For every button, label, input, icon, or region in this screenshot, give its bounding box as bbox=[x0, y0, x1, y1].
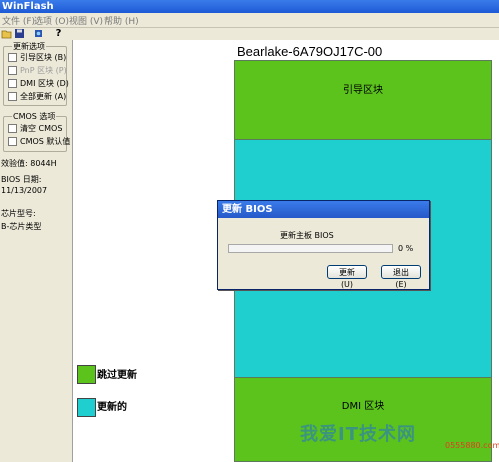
checkbox-box[interactable] bbox=[8, 137, 17, 146]
checkbox-dmi-block[interactable]: DMI 区块 (D) bbox=[8, 78, 69, 89]
window-title: WinFlash bbox=[2, 1, 54, 12]
checkbox-cmos-default[interactable]: CMOS 默认值 bbox=[8, 136, 70, 147]
toolbar: ? bbox=[0, 28, 499, 40]
open-folder-icon[interactable] bbox=[1, 28, 12, 39]
watermark-url: 0555880.com bbox=[445, 441, 499, 450]
checkbox-label: DMI 区块 (D) bbox=[20, 79, 69, 88]
legend-skip-label: 跳过更新 bbox=[97, 370, 137, 381]
region-label: DMI 区块 bbox=[341, 401, 385, 412]
window-title-bar: WinFlash bbox=[0, 0, 499, 13]
bios-date-value: 11/13/2007 bbox=[1, 186, 48, 195]
progress-percent: 0 % bbox=[398, 244, 414, 253]
checkbox-label: 清空 CMOS bbox=[20, 124, 63, 133]
chip-title: Bearlake-6A79OJ17C-00 bbox=[237, 44, 383, 59]
options-panel: 更新选项 引导区块 (B) PnP 区块 (P) DMI 区块 (D) 全部更新… bbox=[0, 40, 73, 462]
checksum-value: 效验值: 8044H bbox=[1, 159, 57, 168]
update-bios-dialog: 更新 BIOS 更新主板 BIOS 0 % 更新(U) 退出(E) bbox=[217, 200, 430, 290]
checkbox-clear-cmos[interactable]: 清空 CMOS bbox=[8, 123, 62, 134]
checkbox-box[interactable] bbox=[8, 124, 17, 133]
legend-updated-label: 更新的 bbox=[97, 402, 127, 413]
boot-block-region: 引导区块 bbox=[234, 60, 492, 140]
cmos-options-legend: CMOS 选项 bbox=[12, 111, 57, 122]
cmos-options-group: CMOS 选项 清空 CMOS CMOS 默认值 bbox=[3, 111, 70, 152]
chip-model-label: 芯片型号: bbox=[1, 209, 36, 218]
checkbox-box[interactable] bbox=[8, 79, 17, 88]
menu-view[interactable]: 视图 (V) bbox=[69, 14, 103, 27]
update-button[interactable]: 更新(U) bbox=[327, 265, 367, 289]
menu-options[interactable]: 选项 (O) bbox=[34, 14, 69, 27]
checkbox-label: 全部更新 (A) bbox=[20, 92, 67, 101]
exit-button[interactable]: 退出(E) bbox=[381, 265, 421, 289]
dialog-message: 更新主板 BIOS bbox=[280, 231, 334, 240]
flash-chip-icon[interactable] bbox=[33, 28, 44, 39]
checkbox-box[interactable] bbox=[8, 53, 17, 62]
menu-help[interactable]: 帮助 (H) bbox=[104, 14, 139, 27]
help-icon[interactable]: ? bbox=[53, 28, 64, 39]
chip-type-value: B-芯片类型 bbox=[1, 222, 42, 231]
checkbox-label: 引导区块 (B) bbox=[20, 53, 67, 62]
dialog-title: 更新 BIOS bbox=[218, 201, 429, 218]
checkbox-pnp-block: PnP 区块 (P) bbox=[8, 65, 67, 76]
checkbox-label: CMOS 默认值 bbox=[20, 137, 71, 146]
region-label: 引导区块 bbox=[343, 85, 383, 96]
legend-skip-swatch bbox=[77, 365, 96, 384]
checkbox-update-all[interactable]: 全部更新 (A) bbox=[8, 91, 66, 102]
checkbox-boot-block[interactable]: 引导区块 (B) bbox=[8, 52, 66, 63]
checkbox-box[interactable] bbox=[8, 92, 17, 101]
save-disk-icon[interactable] bbox=[14, 28, 25, 39]
menu-bar: 文件 (F) 选项 (O) 视图 (V) 帮助 (H) bbox=[0, 13, 499, 28]
update-options-legend: 更新选项 bbox=[12, 41, 46, 52]
progress-bar bbox=[228, 244, 393, 253]
menu-file[interactable]: 文件 (F) bbox=[2, 14, 35, 27]
checkbox-label: PnP 区块 (P) bbox=[20, 66, 67, 75]
bios-date-label: BIOS 日期: bbox=[1, 175, 42, 184]
checkbox-box bbox=[8, 66, 17, 75]
watermark-logo: 我爱IT技术网 bbox=[300, 424, 416, 445]
update-options-group: 更新选项 引导区块 (B) PnP 区块 (P) DMI 区块 (D) 全部更新… bbox=[3, 41, 69, 106]
legend-updated-swatch bbox=[77, 398, 96, 417]
